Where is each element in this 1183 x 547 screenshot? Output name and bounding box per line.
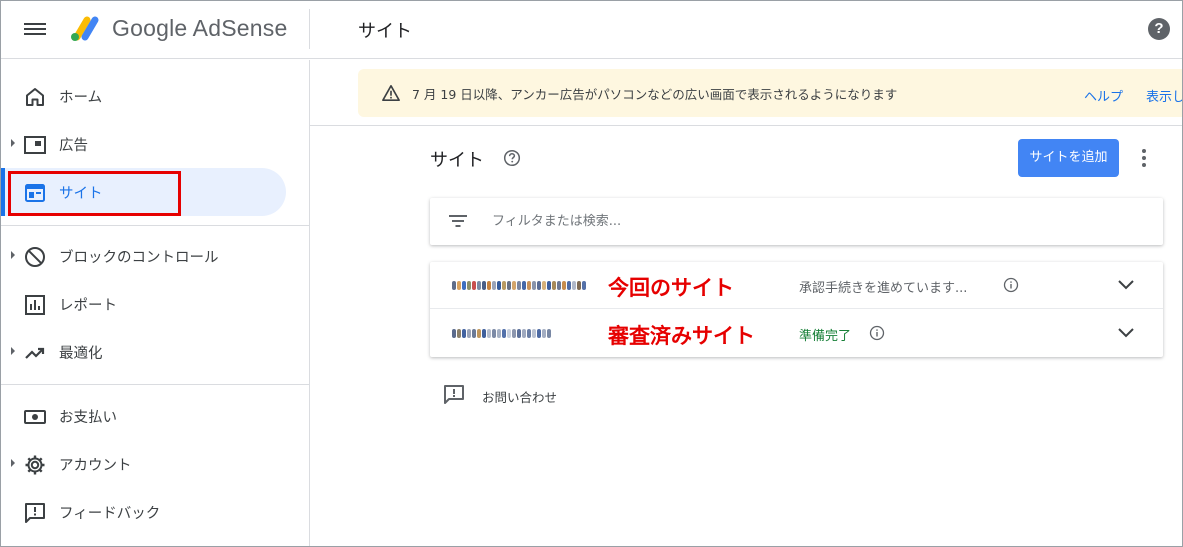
content-divider [310,125,1182,126]
hamburger-menu-button[interactable] [24,20,46,38]
expand-caret-icon[interactable] [11,251,15,259]
filter-icon[interactable] [448,213,468,229]
sites-list: 今回のサイト 承認手続きを進めています... 審査済みサイト 準備完了 [430,262,1163,357]
sidebar-item-label: レポート [59,298,117,314]
more-vert-icon[interactable] [1136,147,1152,169]
feedback-icon [444,385,464,404]
site-row[interactable]: 審査済みサイト 準備完了 [430,310,1163,357]
sidebar-item-label: アカウント [59,458,132,474]
notice-message: 7 月 19 日以降、アンカー広告がパソコンなどの広い画面で表示されるようになり… [412,87,898,102]
sidebar-divider [1,225,310,226]
site-status: 準備完了 [799,329,852,344]
help-outline-icon[interactable] [503,149,521,167]
info-icon[interactable] [1003,277,1019,293]
payments-icon [24,410,46,424]
sidebar-item-payments[interactable]: お支払い [1,392,286,440]
sidebar-item-label: ホーム [59,90,103,106]
adsense-window: Google AdSense サイト ? ホーム 広告 サイト ブロックのコント… [0,0,1183,547]
sidebar-item-home[interactable]: ホーム [1,72,286,120]
sidebar-item-account[interactable]: アカウント [1,440,286,488]
active-indicator [1,168,5,216]
block-icon [25,247,45,267]
sidebar: ホーム 広告 サイト ブロックのコントロール レポート 最適化 お支払い アカウ… [1,60,310,546]
sidebar-item-ads[interactable]: 広告 [1,120,286,168]
page-title: サイト [358,21,412,42]
feedback-icon [25,503,45,523]
site-annotation-label: 審査済みサイト [608,324,755,348]
contact-link[interactable]: お問い合わせ [442,383,642,409]
expand-caret-icon[interactable] [11,139,15,147]
chevron-down-icon[interactable] [1117,326,1135,338]
redacted-site-url [452,329,551,338]
sidebar-item-block-controls[interactable]: ブロックのコントロール [1,232,286,280]
expand-caret-icon[interactable] [11,459,15,467]
redacted-site-url [452,281,586,290]
top-app-bar: Google AdSense サイト ? [1,1,1182,59]
adsense-logo-icon [71,16,99,41]
info-icon[interactable] [869,325,885,341]
ads-icon [24,136,46,154]
header-divider [309,9,310,49]
add-site-button[interactable]: サイトを追加 [1018,139,1119,177]
site-row[interactable]: 今回のサイト 承認手続きを進めています... [430,262,1163,309]
sidebar-item-label: 広告 [59,138,88,154]
contact-label: お問い合わせ [482,390,558,405]
sidebar-item-label: ブロックのコントロール [59,250,219,266]
trending-up-icon [25,347,45,359]
sidebar-item-label: 最適化 [59,346,103,362]
filter-bar [430,198,1163,245]
sidebar-item-label: お支払い [59,410,117,426]
home-icon [26,88,44,106]
site-annotation-label: 今回のサイト [608,276,734,300]
warning-icon [382,84,400,102]
site-status: 承認手続きを進めています... [799,281,968,296]
expand-caret-icon[interactable] [11,347,15,355]
chevron-down-icon[interactable] [1117,278,1135,290]
sidebar-divider [1,384,310,385]
gear-icon [25,455,45,475]
sidebar-item-optimization[interactable]: 最適化 [1,328,286,376]
sidebar-item-label: フィードバック [59,506,161,522]
notice-show-link[interactable]: 表示し [1146,86,1182,105]
filter-search-input[interactable] [492,210,1132,232]
highlight-annotation-box [8,171,181,216]
notice-help-link[interactable]: ヘルプ [1084,86,1123,105]
notice-banner: 7 月 19 日以降、アンカー広告がパソコンなどの広い画面で表示されるようになり… [358,69,1182,117]
report-icon [25,295,45,315]
sidebar-item-reports[interactable]: レポート [1,280,286,328]
sites-heading: サイト [430,150,484,171]
brand-name: Google AdSense [112,15,288,41]
help-icon[interactable]: ? [1148,18,1170,40]
sidebar-item-feedback[interactable]: フィードバック [1,488,286,536]
